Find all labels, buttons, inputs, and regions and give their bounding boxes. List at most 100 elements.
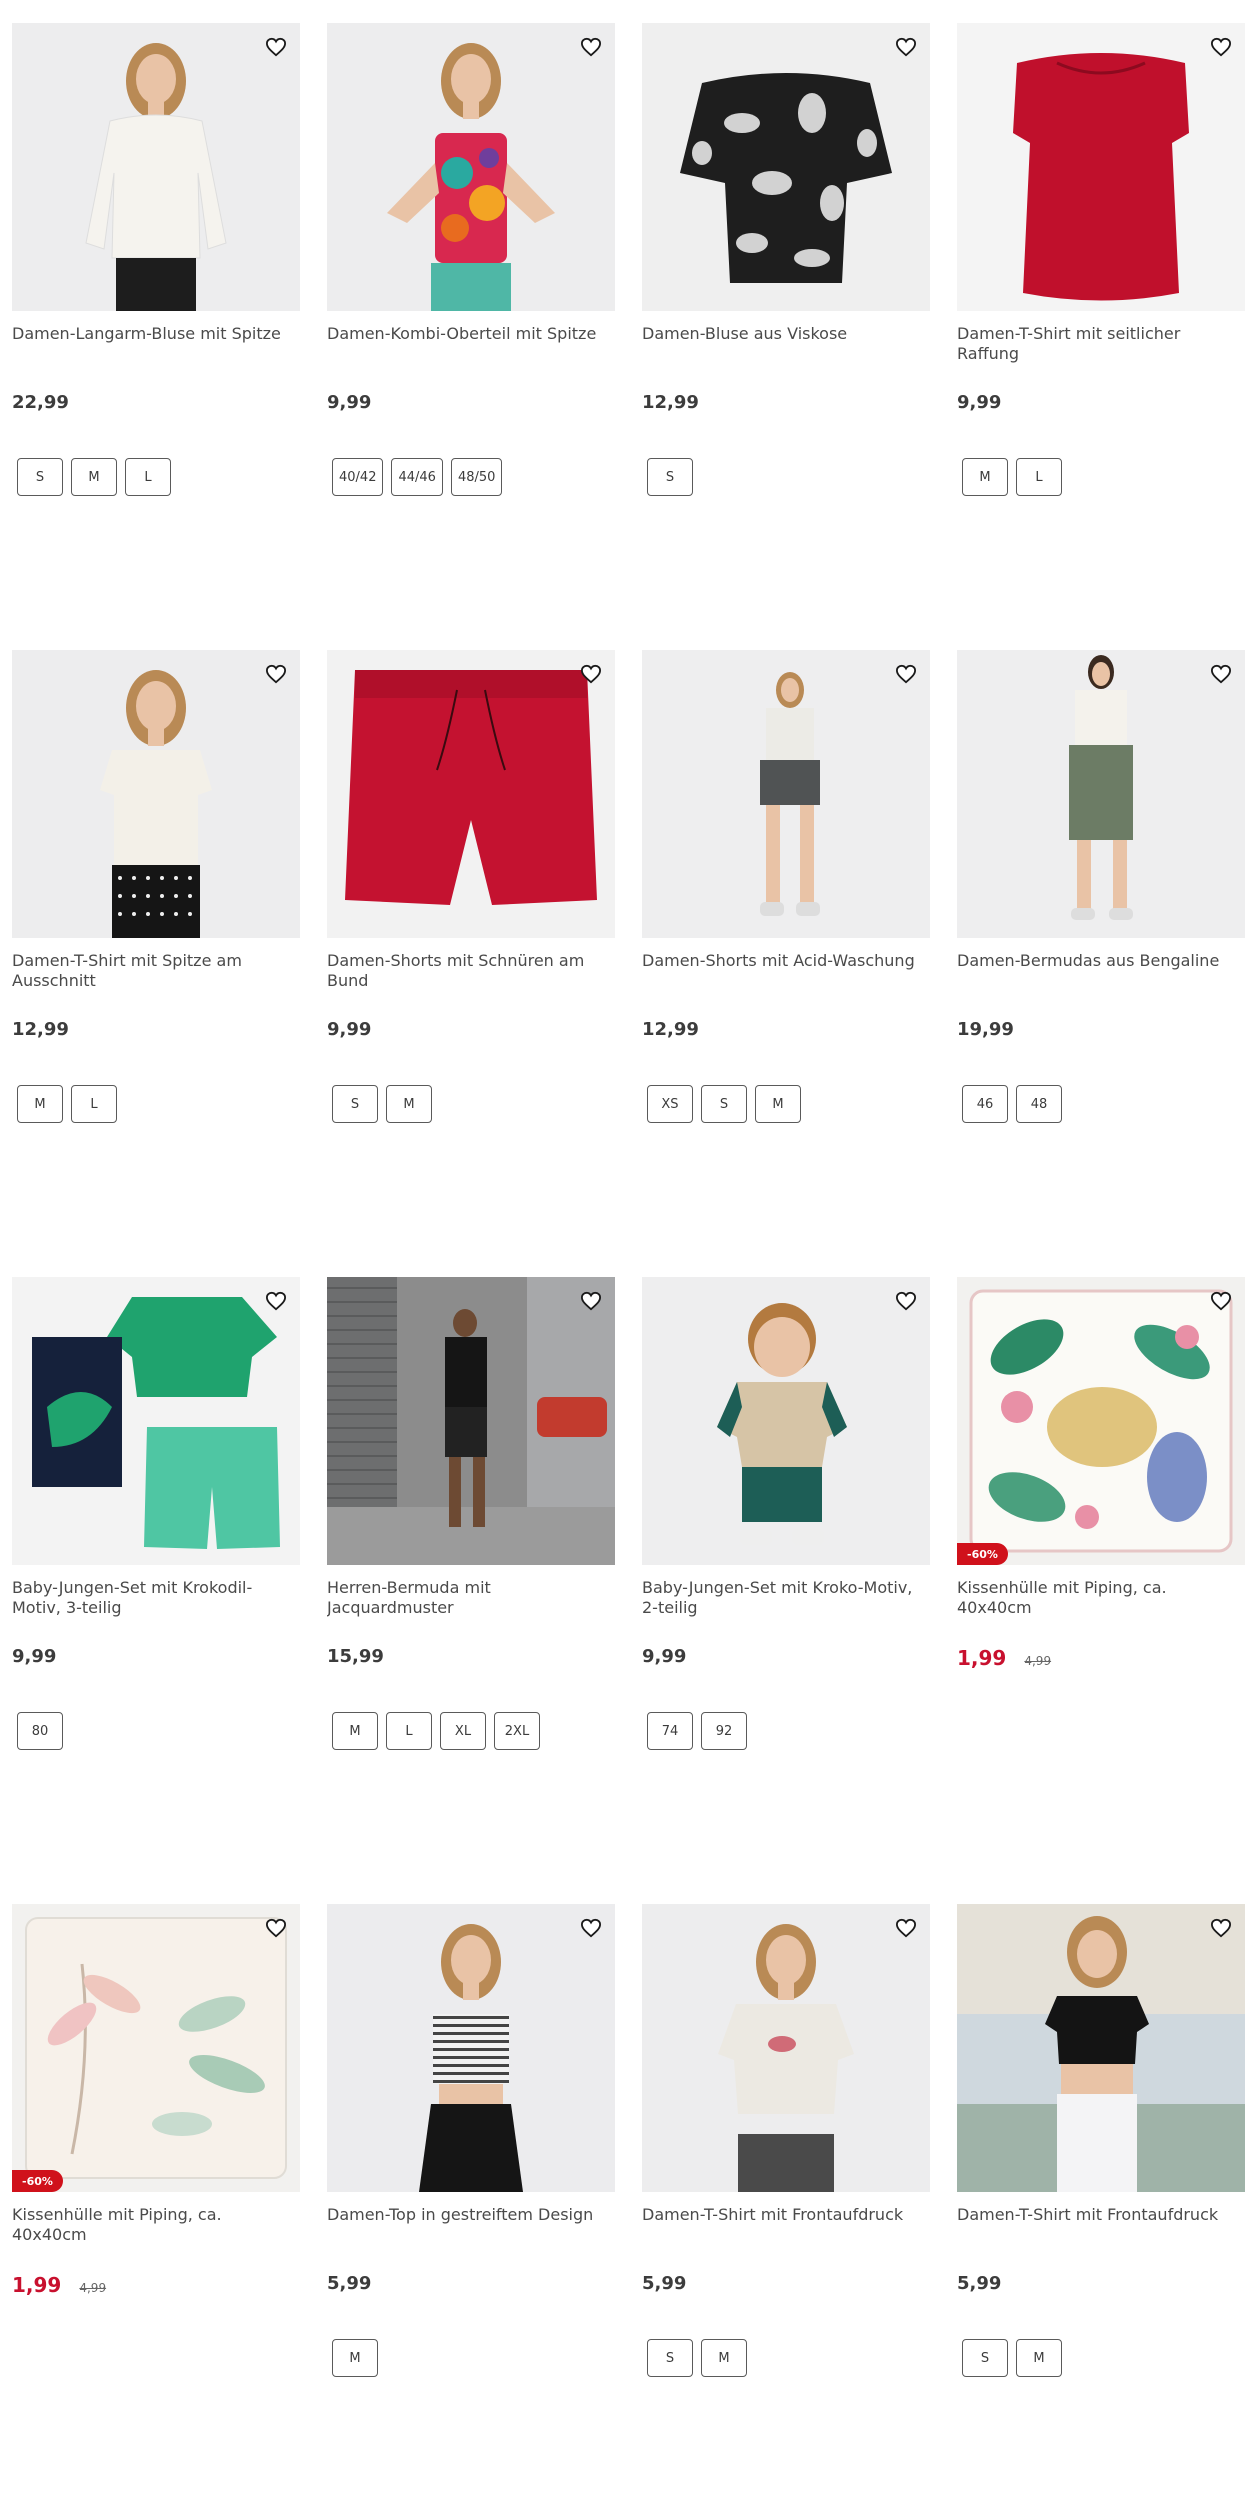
- product-price: 22,99: [12, 392, 69, 413]
- product-title[interactable]: Damen-Shorts mit Acid-Waschung: [642, 951, 930, 993]
- size-option-button[interactable]: 48/50: [450, 458, 503, 496]
- size-option-button[interactable]: M: [701, 2339, 747, 2377]
- wishlist-heart-icon[interactable]: [262, 33, 290, 61]
- product-image[interactable]: [957, 650, 1245, 938]
- product-image[interactable]: [12, 1277, 300, 1565]
- product-title[interactable]: Damen-T-Shirt mit Frontaufdruck: [957, 2205, 1245, 2247]
- product-card[interactable]: Damen-Bluse aus Viskose 12,99 S: [642, 23, 930, 496]
- wishlist-heart-icon[interactable]: [1207, 33, 1235, 61]
- product-title[interactable]: Damen-Shorts mit Schnüren am Bund: [327, 951, 615, 993]
- size-option-button[interactable]: L: [1016, 458, 1062, 496]
- size-option-button[interactable]: M: [386, 1085, 432, 1123]
- wishlist-heart-icon[interactable]: [1207, 1287, 1235, 1315]
- size-option-button[interactable]: XL: [440, 1712, 486, 1750]
- product-title[interactable]: Herren-Bermuda mit Jacquardmuster: [327, 1578, 615, 1620]
- product-image[interactable]: -60%: [957, 1277, 1245, 1565]
- product-image[interactable]: -60%: [12, 1904, 300, 2192]
- product-card[interactable]: Damen-Kombi-Oberteil mit Spitze 9,99 40/…: [327, 23, 615, 496]
- wishlist-heart-icon[interactable]: [577, 33, 605, 61]
- size-options: XS S M: [642, 1085, 930, 1123]
- size-option-button[interactable]: XS: [647, 1085, 693, 1123]
- size-option-button[interactable]: M: [71, 458, 117, 496]
- size-option-button[interactable]: 44/46: [391, 458, 443, 496]
- product-price: 9,99: [12, 1646, 57, 1667]
- size-option-button[interactable]: 48: [1016, 1085, 1062, 1123]
- product-card[interactable]: Damen-T-Shirt mit seitlicher Raffung 9,9…: [957, 23, 1245, 496]
- size-option-button[interactable]: 74: [647, 1712, 693, 1750]
- product-title[interactable]: Damen-Bermudas aus Bengaline: [957, 951, 1245, 993]
- wishlist-heart-icon[interactable]: [892, 1287, 920, 1315]
- size-option-button[interactable]: 92: [701, 1712, 747, 1750]
- product-image[interactable]: [642, 23, 930, 311]
- wishlist-heart-icon[interactable]: [892, 1914, 920, 1942]
- size-option-button[interactable]: M: [332, 2339, 378, 2377]
- product-card[interactable]: Baby-Jungen-Set mit Kroko-Motiv, 2-teili…: [642, 1277, 930, 1750]
- product-image[interactable]: [642, 1277, 930, 1565]
- wishlist-heart-icon[interactable]: [892, 660, 920, 688]
- product-card[interactable]: Baby-Jungen-Set mit Krokodil-Motiv, 3-te…: [12, 1277, 300, 1750]
- size-option-button[interactable]: L: [71, 1085, 117, 1123]
- product-card[interactable]: Damen-T-Shirt mit Spitze am Ausschnitt 1…: [12, 650, 300, 1123]
- size-option-button[interactable]: L: [125, 458, 171, 496]
- product-card[interactable]: Damen-T-Shirt mit Frontaufdruck 5,99 SM: [957, 1904, 1245, 2377]
- product-card[interactable]: Damen-T-Shirt mit Frontaufdruck 5,99 SM: [642, 1904, 930, 2377]
- product-image[interactable]: [327, 1277, 615, 1565]
- product-title[interactable]: Damen-Langarm-Bluse mit Spitze: [12, 324, 300, 366]
- product-title[interactable]: Damen-Kombi-Oberteil mit Spitze: [327, 324, 615, 366]
- product-card[interactable]: Damen-Langarm-Bluse mit Spitze 22,99 SML: [12, 23, 300, 496]
- size-option-button[interactable]: M: [332, 1712, 378, 1750]
- product-card[interactable]: Damen-Top in gestreiftem Design 5,99 M: [327, 1904, 615, 2377]
- size-option-button[interactable]: S: [701, 1085, 747, 1123]
- product-title[interactable]: Damen-T-Shirt mit Frontaufdruck: [642, 2205, 930, 2247]
- product-card[interactable]: Herren-Bermuda mit Jacquardmuster 15,99 …: [327, 1277, 615, 1750]
- wishlist-heart-icon[interactable]: [577, 1287, 605, 1315]
- product-image[interactable]: [957, 1904, 1245, 2192]
- product-title[interactable]: Damen-Bluse aus Viskose: [642, 324, 930, 366]
- product-card[interactable]: Damen-Bermudas aus Bengaline 19,99 46 48: [957, 650, 1245, 1123]
- size-option-button[interactable]: S: [647, 458, 693, 496]
- wishlist-heart-icon[interactable]: [1207, 1914, 1235, 1942]
- product-title[interactable]: Damen-T-Shirt mit seitlicher Raffung: [957, 324, 1245, 366]
- wishlist-heart-icon[interactable]: [262, 660, 290, 688]
- product-image[interactable]: [957, 23, 1245, 311]
- wishlist-heart-icon[interactable]: [892, 33, 920, 61]
- product-image[interactable]: [12, 23, 300, 311]
- wishlist-heart-icon[interactable]: [577, 1914, 605, 1942]
- wishlist-heart-icon[interactable]: [262, 1914, 290, 1942]
- price-row: 5,99: [642, 2273, 930, 2297]
- size-option-button[interactable]: M: [755, 1085, 801, 1123]
- product-title[interactable]: Kissenhülle mit Piping, ca. 40x40cm: [957, 1578, 1245, 1620]
- product-title[interactable]: Baby-Jungen-Set mit Krokodil-Motiv, 3-te…: [12, 1578, 300, 1620]
- product-card[interactable]: -60% Kissenhülle mit Piping, ca. 40x40cm…: [957, 1277, 1245, 1712]
- size-option-button[interactable]: 46: [962, 1085, 1008, 1123]
- wishlist-heart-icon[interactable]: [577, 660, 605, 688]
- size-option-button[interactable]: M: [962, 458, 1008, 496]
- product-card[interactable]: Damen-Shorts mit Acid-Waschung 12,99 XS S…: [642, 650, 930, 1123]
- wishlist-heart-icon[interactable]: [1207, 660, 1235, 688]
- size-option-button[interactable]: 40/42: [332, 458, 384, 496]
- product-card[interactable]: -60% Kissenhülle mit Piping, ca. 40x40cm…: [12, 1904, 300, 2339]
- size-option-button[interactable]: M: [17, 1085, 63, 1123]
- size-option-button[interactable]: 2XL: [494, 1712, 540, 1750]
- size-option-button[interactable]: S: [962, 2339, 1008, 2377]
- size-option-button[interactable]: S: [17, 458, 63, 496]
- size-option-button[interactable]: L: [386, 1712, 432, 1750]
- product-image[interactable]: [642, 650, 930, 938]
- product-image[interactable]: [327, 1904, 615, 2192]
- product-card[interactable]: Damen-Shorts mit Schnüren am Bund 9,99 S…: [327, 650, 615, 1123]
- wishlist-heart-icon[interactable]: [262, 1287, 290, 1315]
- size-option-button[interactable]: S: [332, 1085, 378, 1123]
- product-title[interactable]: Baby-Jungen-Set mit Kroko-Motiv, 2-teili…: [642, 1578, 930, 1620]
- size-option-button[interactable]: 80: [17, 1712, 63, 1750]
- size-option-button[interactable]: M: [1016, 2339, 1062, 2377]
- product-image[interactable]: [642, 1904, 930, 2192]
- product-image[interactable]: [12, 650, 300, 938]
- product-title[interactable]: Kissenhülle mit Piping, ca. 40x40cm: [12, 2205, 300, 2247]
- product-image[interactable]: [327, 650, 615, 938]
- product-title[interactable]: Damen-T-Shirt mit Spitze am Ausschnitt: [12, 951, 300, 993]
- product-title[interactable]: Damen-Top in gestreiftem Design: [327, 2205, 615, 2247]
- product-image[interactable]: [327, 23, 615, 311]
- size-option-button[interactable]: S: [647, 2339, 693, 2377]
- product-photo: [12, 23, 300, 311]
- product-price: 15,99: [327, 1646, 384, 1667]
